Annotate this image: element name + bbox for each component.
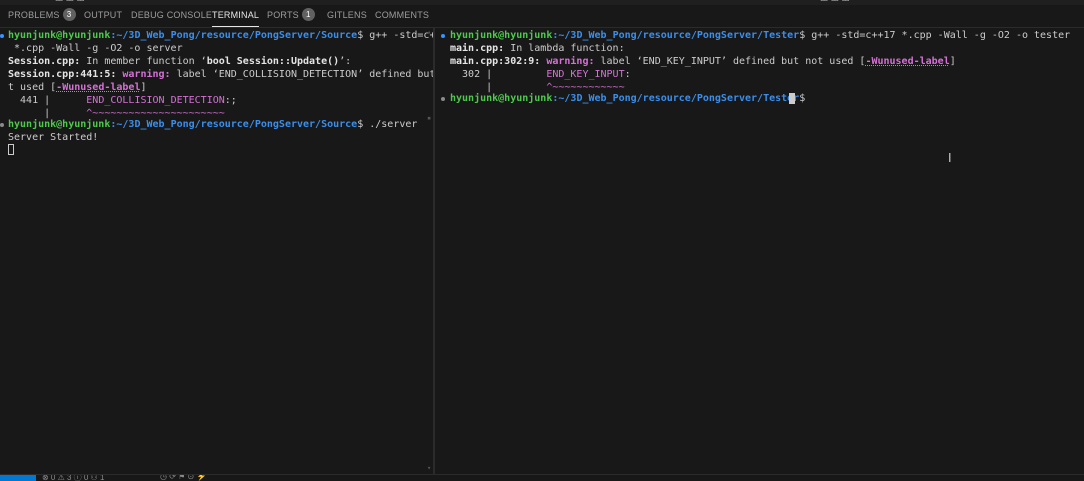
message-function: bool Session::Update()	[206, 56, 340, 67]
warning-text: label ‘END_COLLISION_DETECTION’ defined …	[170, 69, 454, 80]
tab-gitlens-label: GITLENS	[327, 10, 367, 20]
tab-gitlens[interactable]: GITLENS	[327, 5, 367, 27]
prompt-line: hyunjunk@hyunjunk:~/3D_Web_Pong/resource…	[8, 29, 454, 42]
prompt-path: :~/3D_Web_Pong/resource/PongServer/Teste…	[552, 30, 800, 41]
command-text: $	[799, 93, 812, 104]
command-decoration-icon[interactable]	[441, 97, 445, 101]
command-continuation: *.cpp -Wall -g -O2 -o server	[8, 42, 183, 55]
warning-continuation-text: t used [	[8, 82, 57, 93]
warning-continuation: t used [-Wunused-label]	[8, 81, 147, 94]
warning-location: main.cpp:302:9:	[450, 56, 541, 67]
scrollbar-marker-icon[interactable]: ▪	[427, 114, 431, 122]
command-decoration-icon[interactable]	[0, 123, 4, 127]
prompt-line: hyunjunk@hyunjunk:~/3D_Web_Pong/resource…	[450, 29, 1070, 42]
message-end: ’:	[339, 56, 352, 67]
tab-debug-console-label: DEBUG CONSOLE	[131, 10, 213, 20]
tab-terminal-label: TERMINAL	[212, 10, 260, 20]
panel-tab-bar: PROBLEMS 3 OUTPUT DEBUG CONSOLE TERMINAL …	[0, 5, 1084, 28]
tab-comments[interactable]: COMMENTS	[375, 5, 429, 27]
warning-keyword: warning:	[116, 69, 171, 80]
compiler-message-line: Session.cpp: In member function ‘bool Se…	[8, 55, 351, 68]
prompt-path: :~/3D_Web_Pong/resource/PongServer/Teste…	[552, 93, 800, 104]
tab-problems-label: PROBLEMS	[8, 10, 60, 20]
top-strip-fragment: Ш Ш Ш	[820, 0, 850, 3]
prompt-path: :~/3D_Web_Pong/resource/PongServer/Sourc…	[110, 119, 358, 130]
prompt-user: hyunjunk@hyunjunk	[450, 30, 553, 41]
prompt-user: hyunjunk@hyunjunk	[450, 93, 553, 104]
active-tab-underline	[212, 26, 260, 27]
prompt-line: hyunjunk@hyunjunk:~/3D_Web_Pong/resource…	[450, 92, 811, 105]
prompt-path: :~/3D_Web_Pong/resource/PongServer/Sourc…	[110, 30, 358, 41]
prompt-line: hyunjunk@hyunjunk:~/3D_Web_Pong/resource…	[8, 118, 417, 131]
message-file: main.cpp:	[450, 43, 505, 54]
message-text: In lambda function:	[504, 43, 625, 54]
source-code-highlight: END_COLLISION_DETECTION	[86, 95, 225, 106]
tab-ports[interactable]: PORTS 1	[267, 5, 315, 27]
source-code-highlight: END_KEY_INPUT	[546, 69, 625, 80]
terminal-cursor	[789, 93, 795, 104]
tab-terminal[interactable]: TERMINAL	[212, 5, 260, 27]
command-text: $ g++ -std=c++17 *.cpp -Wall -g -O2 -o t…	[799, 30, 1071, 41]
top-strip-fragment: Ш Ш Ш	[55, 0, 85, 3]
prompt-user: hyunjunk@hyunjunk	[8, 30, 111, 41]
remote-indicator[interactable]	[0, 475, 36, 481]
terminal-cursor	[8, 144, 14, 155]
source-line-number: 302 |	[450, 69, 547, 80]
warning-flag-link[interactable]: -Wunused-label	[865, 56, 949, 67]
program-output-line: Server Started!	[8, 131, 98, 144]
terminal-pane-left[interactable]: hyunjunk@hyunjunk:~/3D_Web_Pong/resource…	[0, 28, 454, 474]
problems-count-badge: 3	[62, 8, 76, 22]
tab-ports-label: PORTS	[267, 10, 299, 20]
terminal-pane-right[interactable]: hyunjunk@hyunjunk:~/3D_Web_Pong/resource…	[435, 28, 1084, 474]
ports-count-badge: 1	[301, 8, 315, 22]
tab-output[interactable]: OUTPUT	[84, 5, 122, 27]
scrollbar-down-icon[interactable]: ▾	[427, 464, 431, 472]
warning-flag-link[interactable]: -Wunused-label	[56, 82, 140, 93]
warning-line: Session.cpp:441:5: warning: label ‘END_C…	[8, 68, 454, 81]
warning-end: ]	[949, 56, 956, 67]
tab-comments-label: COMMENTS	[375, 10, 430, 20]
source-code-tail: :;	[224, 95, 237, 106]
message-file: Session.cpp:	[8, 56, 81, 67]
warning-continuation-end: ]	[140, 82, 147, 93]
tab-output-label: OUTPUT	[84, 10, 123, 20]
message-text: In member function ‘	[80, 56, 207, 67]
command-text: $ ./server	[357, 119, 418, 130]
mouse-ibeam-cursor-icon: I	[948, 151, 952, 165]
warning-line: main.cpp:302:9: warning: label ‘END_KEY_…	[450, 55, 956, 68]
program-output: Server Started!	[8, 132, 99, 143]
source-line-number: 441 |	[8, 95, 87, 106]
prompt-user: hyunjunk@hyunjunk	[8, 119, 111, 130]
tab-problems[interactable]: PROBLEMS 3	[8, 5, 76, 27]
warning-keyword: warning:	[540, 56, 595, 67]
source-snippet-line: 441 | END_COLLISION_DETECTION:;	[8, 94, 237, 107]
warning-location: Session.cpp:441:5:	[8, 69, 117, 80]
compiler-message-line: main.cpp: In lambda function:	[450, 42, 625, 55]
command-success-decoration-icon[interactable]	[0, 34, 4, 38]
source-snippet-line: 302 | END_KEY_INPUT:	[450, 68, 631, 81]
warning-text: label ‘END_KEY_INPUT’ defined but not us…	[594, 56, 866, 67]
source-code-tail: :	[624, 69, 631, 80]
scrollbar-up-icon[interactable]: ▴	[427, 28, 431, 36]
command-continuation-text: *.cpp -Wall -g -O2 -o server	[8, 43, 183, 54]
command-success-decoration-icon[interactable]	[441, 34, 445, 38]
tab-debug-console[interactable]: DEBUG CONSOLE	[131, 5, 212, 27]
